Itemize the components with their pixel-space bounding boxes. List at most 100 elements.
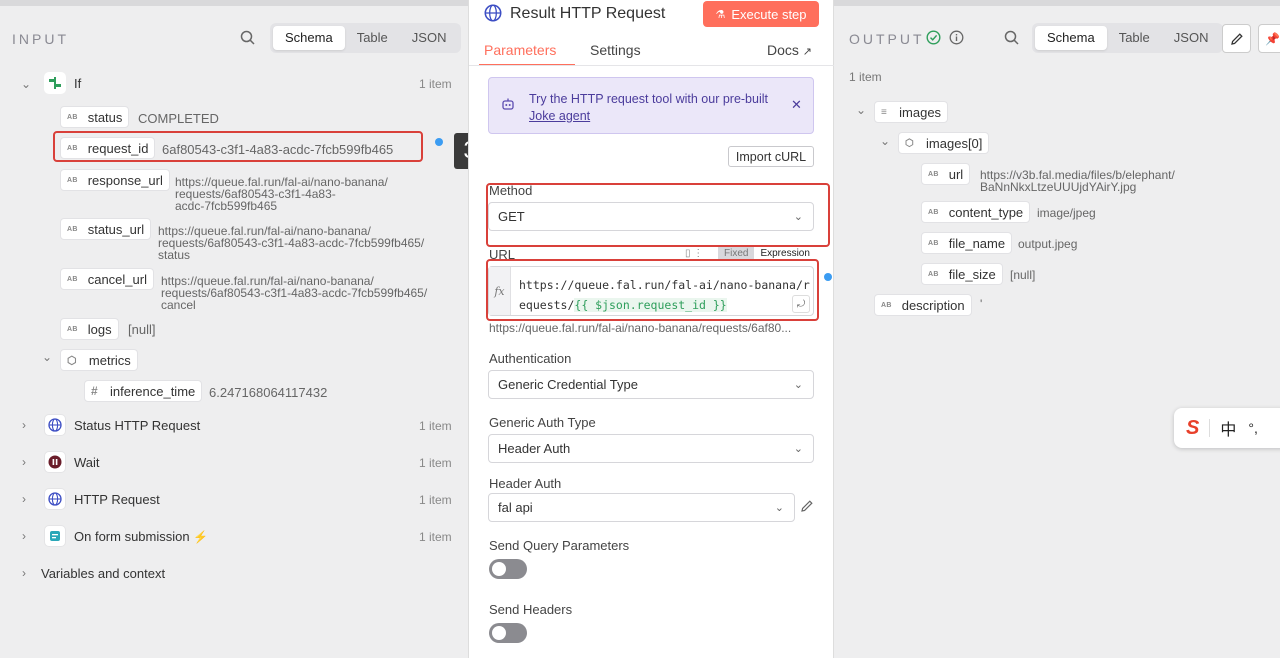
header-auth-select[interactable]: fal api ⌄: [488, 493, 795, 522]
chevron-right-icon[interactable]: ›: [22, 529, 26, 543]
tab-schema[interactable]: Schema: [1035, 26, 1107, 50]
if-node-label[interactable]: If: [74, 76, 81, 91]
node-http-request[interactable]: HTTP Request: [74, 492, 160, 507]
field-url[interactable]: AB url: [921, 163, 971, 185]
generic-auth-type-select[interactable]: Header Auth ⌄: [488, 434, 814, 463]
search-icon[interactable]: [240, 30, 256, 50]
input-panel: INPUT Schema Table JSON ⌄ If 1 item AB st…: [0, 6, 468, 658]
tab-json[interactable]: JSON: [400, 26, 459, 50]
tab-table[interactable]: Table: [1107, 26, 1162, 50]
globe-icon: [44, 414, 66, 436]
field-status-url-value: https://queue.fal.run/fal-ai/nano-banana…: [158, 224, 425, 262]
tab-json[interactable]: JSON: [1162, 26, 1221, 50]
output-count: 1 item: [849, 70, 882, 84]
tab-schema[interactable]: Schema: [273, 26, 345, 50]
form-icon: [44, 525, 66, 547]
generic-auth-type-label: Generic Auth Type: [489, 415, 596, 430]
close-icon[interactable]: ✕: [791, 97, 802, 113]
annotation-box-1: [486, 183, 830, 247]
banner-text: Try the HTTP request tool with our pre-b…: [529, 92, 768, 125]
variables-and-context[interactable]: Variables and context: [41, 566, 165, 581]
info-icon[interactable]: [949, 30, 964, 48]
tab-table[interactable]: Table: [345, 26, 400, 50]
node-count: 1 item: [419, 530, 452, 544]
input-title: INPUT: [12, 31, 69, 47]
authentication-select[interactable]: Generic Credential Type ⌄: [488, 370, 814, 399]
chevron-down-icon[interactable]: ⌄: [880, 134, 890, 148]
field-images-0[interactable]: ⬡ images[0]: [898, 132, 990, 154]
field-inference-time[interactable]: # inference_time: [84, 380, 203, 402]
header-auth-label: Header Auth: [489, 476, 562, 491]
ime-lang-toggle[interactable]: 中: [1220, 416, 1236, 440]
chevron-down-icon[interactable]: ⌄: [21, 77, 31, 91]
field-file-name[interactable]: AB file_name: [921, 232, 1013, 254]
tab-settings[interactable]: Settings: [590, 42, 641, 58]
send-headers-label: Send Headers: [489, 602, 573, 617]
authentication-label: Authentication: [489, 351, 572, 366]
field-images[interactable]: ≡ images: [874, 101, 949, 123]
tabs-divider: [469, 65, 835, 66]
output-view-tabs: Schema Table JSON: [1032, 23, 1224, 53]
field-status-value: COMPLETED: [138, 111, 219, 126]
ime-logo-icon: S: [1186, 416, 1200, 439]
node-status-http-request[interactable]: Status HTTP Request: [74, 418, 200, 433]
chevron-down-icon[interactable]: ⌄: [42, 350, 52, 364]
annotation-dot-2: [824, 273, 832, 281]
chevron-down-icon: ⌄: [774, 502, 784, 514]
chevron-right-icon[interactable]: ›: [22, 566, 26, 580]
node-settings-panel: Result HTTP Request ⚗ Execute step Parame…: [468, 0, 835, 658]
field-description[interactable]: AB description: [874, 294, 972, 316]
ime-toolbar[interactable]: S 中 °,: [1174, 408, 1280, 448]
globe-icon: [44, 488, 66, 510]
if-node-count: 1 item: [419, 77, 452, 91]
node-wait[interactable]: Wait: [74, 455, 100, 470]
execute-step-button[interactable]: ⚗ Execute step: [703, 1, 819, 27]
field-logs[interactable]: AB logs: [60, 318, 119, 340]
chevron-down-icon: ⌄: [793, 379, 803, 391]
field-file-size-value: [null]: [1010, 268, 1036, 282]
field-content-type[interactable]: AB content_type: [921, 201, 1031, 223]
ime-punct-toggle[interactable]: °,: [1248, 420, 1258, 436]
field-status-url[interactable]: AB status_url: [60, 218, 152, 240]
field-cancel-url[interactable]: AB cancel_url: [60, 268, 154, 290]
ime-divider: [1209, 419, 1211, 437]
input-view-tabs: Schema Table JSON: [270, 23, 462, 53]
import-curl-button[interactable]: Import cURL: [728, 146, 814, 167]
annotation-box-3: [53, 131, 423, 162]
url-preview: https://queue.fal.run/fal-ai/nano-banana…: [489, 321, 792, 335]
send-headers-toggle[interactable]: [489, 623, 527, 643]
node-on-form-submission[interactable]: On form submission ⚡: [74, 529, 208, 544]
field-description-value: ': [980, 297, 983, 311]
annotation-box-2: [486, 259, 819, 321]
node-count: 1 item: [419, 456, 452, 470]
field-content-type-value: image/jpeg: [1037, 206, 1096, 220]
url-drag-icon[interactable]: ▯ ⋮: [685, 248, 703, 259]
output-panel: OUTPUT Schema Table JSON 📌 1 item ⌄ ≡ ima…: [834, 6, 1280, 658]
robot-icon: [501, 97, 515, 114]
chevron-down-icon[interactable]: ⌄: [856, 103, 866, 117]
field-status[interactable]: AB status: [60, 106, 130, 128]
field-url-value: https://v3b.fal.media/files/b/elephant/B…: [980, 168, 1175, 194]
send-query-toggle[interactable]: [489, 559, 527, 579]
chevron-right-icon[interactable]: ›: [22, 492, 26, 506]
search-icon[interactable]: [1004, 30, 1020, 49]
field-cancel-url-value: https://queue.fal.run/fal-ai/nano-banana…: [161, 274, 428, 312]
pause-icon: [44, 451, 66, 473]
pencil-icon: [1230, 32, 1243, 45]
pencil-icon[interactable]: [800, 499, 814, 516]
edit-output-button[interactable]: [1222, 24, 1251, 53]
field-file-size[interactable]: AB file_size: [921, 263, 1003, 285]
node-count: 1 item: [419, 419, 452, 433]
if-node-icon: [44, 72, 66, 94]
field-response-url[interactable]: AB response_url: [60, 169, 170, 191]
joke-agent-link[interactable]: Joke agent: [529, 108, 768, 125]
field-logs-value: [null]: [128, 322, 156, 337]
pin-icon[interactable]: 📌: [1258, 24, 1280, 53]
docs-link[interactable]: Docs ↗: [767, 42, 812, 58]
field-metrics[interactable]: ⬡ metrics: [60, 349, 138, 371]
chevron-right-icon[interactable]: ›: [22, 455, 26, 469]
send-query-label: Send Query Parameters: [489, 538, 630, 553]
chevron-right-icon[interactable]: ›: [22, 418, 26, 432]
node-title[interactable]: Result HTTP Request: [510, 5, 665, 23]
tab-parameters[interactable]: Parameters: [484, 42, 556, 58]
